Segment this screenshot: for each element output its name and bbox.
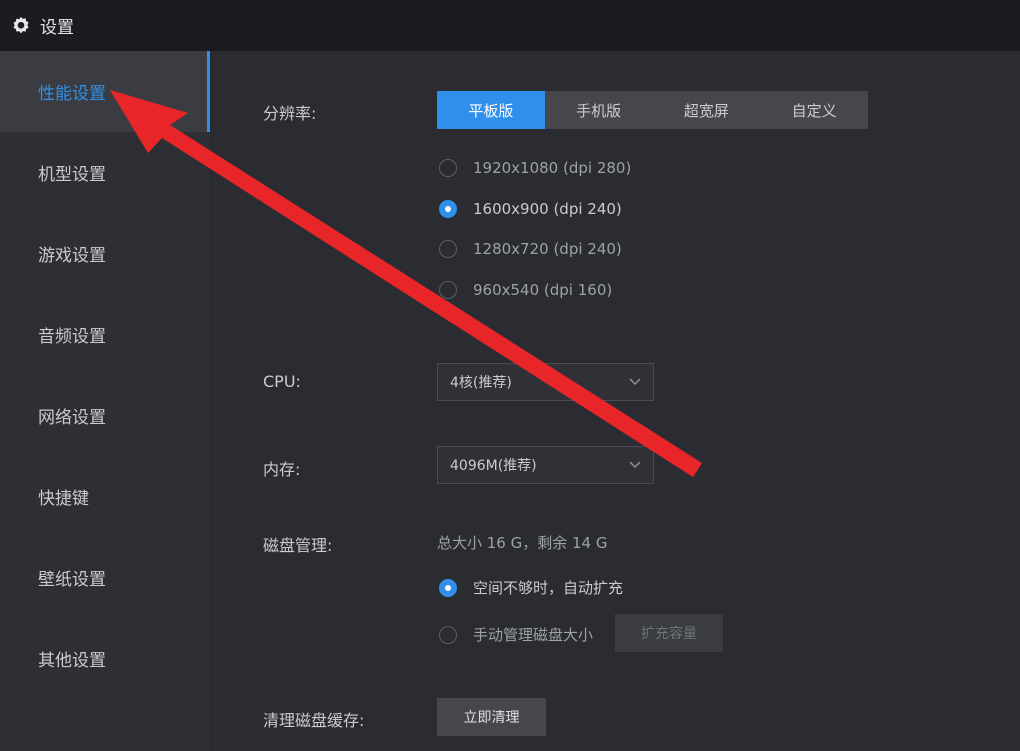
sidebar-item-wallpaper[interactable]: 壁纸设置 — [0, 537, 210, 618]
sidebar-item-label: 性能设置 — [38, 84, 106, 104]
title-bar: 设置 — [0, 0, 1020, 51]
disk-label: 磁盘管理: — [263, 536, 333, 555]
chevron-down-icon — [629, 461, 641, 469]
sidebar-item-network[interactable]: 网络设置 — [0, 375, 210, 456]
sidebar-item-label: 壁纸设置 — [38, 570, 106, 590]
settings-content: 分辨率: 平板版 手机版 超宽屏 自定义 1920x1080 (dpi 280)… — [211, 51, 1020, 751]
sidebar-item-label: 游戏设置 — [38, 246, 106, 266]
cpu-select[interactable]: 4核(推荐) — [437, 363, 654, 401]
sidebar-item-other[interactable]: 其他设置 — [0, 618, 210, 699]
chevron-down-icon — [629, 378, 641, 386]
resolution-label: 分辨率: — [263, 104, 317, 123]
resolution-option-label: 1600x900 (dpi 240) — [473, 200, 622, 218]
clear-now-button[interactable]: 立即清理 — [437, 698, 546, 736]
resolution-option-label: 1280x720 (dpi 240) — [473, 240, 622, 258]
cpu-label: CPU: — [263, 372, 301, 391]
sidebar-item-label: 其他设置 — [38, 651, 106, 671]
memory-label: 内存: — [263, 460, 301, 479]
sidebar-item-device-model[interactable]: 机型设置 — [0, 132, 210, 213]
tab-phone[interactable]: 手机版 — [545, 91, 653, 129]
sidebar-item-audio[interactable]: 音频设置 — [0, 294, 210, 375]
gear-icon — [13, 16, 29, 33]
radio-button[interactable] — [439, 240, 457, 258]
sidebar-item-label: 机型设置 — [38, 165, 106, 185]
resolution-option[interactable]: 960x540 (dpi 160) — [439, 281, 612, 299]
memory-value: 4096M(推荐) — [450, 458, 537, 474]
sidebar-item-label: 音频设置 — [38, 327, 106, 347]
tab-ultrawide[interactable]: 超宽屏 — [653, 91, 761, 129]
resolution-option-label: 960x540 (dpi 160) — [473, 281, 613, 299]
disk-option-auto[interactable]: 空间不够时，自动扩充 — [439, 577, 623, 598]
resolution-option[interactable]: 1600x900 (dpi 240) — [439, 200, 622, 218]
sidebar-item-performance[interactable]: 性能设置 — [0, 51, 210, 132]
disk-option-label: 空间不够时，自动扩充 — [473, 579, 624, 597]
radio-button[interactable] — [439, 159, 457, 177]
sidebar-item-label: 网络设置 — [38, 408, 106, 428]
radio-button-checked[interactable] — [439, 200, 457, 218]
resolution-mode-tabs: 平板版 手机版 超宽屏 自定义 — [437, 91, 868, 129]
disk-option-manual[interactable]: 手动管理磁盘大小 — [439, 624, 593, 645]
radio-button-checked[interactable] — [439, 578, 457, 597]
cpu-value: 4核(推荐) — [450, 375, 512, 391]
resolution-option[interactable]: 1280x720 (dpi 240) — [439, 240, 622, 258]
radio-button[interactable] — [439, 625, 457, 644]
resolution-option-label: 1920x1080 (dpi 280) — [473, 159, 632, 177]
radio-button[interactable] — [439, 281, 457, 299]
settings-window: 设置 性能设置 机型设置 游戏设置 音频设置 网络设置 快捷键 壁纸设置 其他设… — [0, 0, 1020, 751]
settings-sidebar: 性能设置 机型设置 游戏设置 音频设置 网络设置 快捷键 壁纸设置 其他设置 — [0, 51, 210, 751]
sidebar-item-game[interactable]: 游戏设置 — [0, 213, 210, 294]
sidebar-item-label: 快捷键 — [38, 489, 89, 509]
tab-tablet[interactable]: 平板版 — [437, 91, 545, 129]
memory-select[interactable]: 4096M(推荐) — [437, 446, 654, 484]
expand-capacity-button[interactable]: 扩充容量 — [615, 614, 723, 652]
resolution-option[interactable]: 1920x1080 (dpi 280) — [439, 159, 631, 177]
window-title: 设置 — [40, 18, 74, 38]
sidebar-item-shortcuts[interactable]: 快捷键 — [0, 456, 210, 537]
disk-size-info: 总大小 16 G，剩余 14 G — [437, 534, 608, 552]
clear-cache-label: 清理磁盘缓存: — [263, 711, 365, 730]
disk-option-label: 手动管理磁盘大小 — [473, 626, 594, 644]
tab-custom[interactable]: 自定义 — [760, 91, 868, 129]
